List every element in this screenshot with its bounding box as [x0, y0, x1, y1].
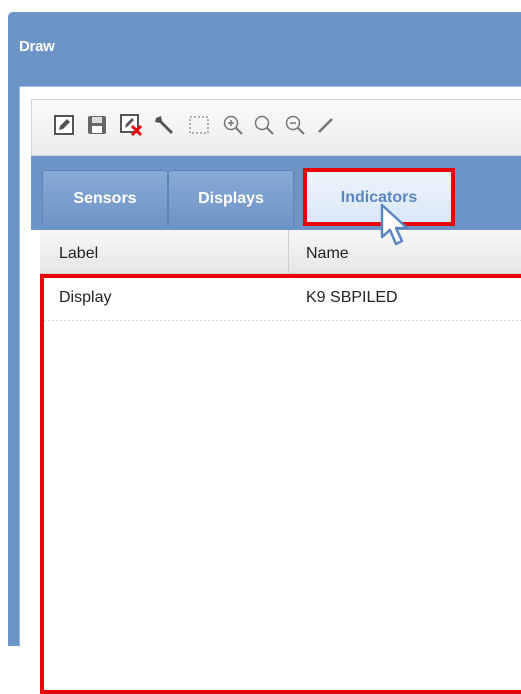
grid-highlight-annotation	[40, 274, 521, 694]
column-header-label[interactable]: Label	[59, 245, 98, 263]
draw-line-button[interactable]	[314, 113, 338, 137]
mouse-pointer-icon	[380, 203, 409, 246]
zoom-out-button[interactable]	[283, 113, 307, 137]
zoom-in-button[interactable]	[221, 113, 245, 137]
zoom-icon	[254, 115, 274, 135]
save-icon	[88, 116, 106, 134]
save-button[interactable]	[85, 113, 109, 137]
zoom-out-icon	[285, 115, 305, 135]
settings-button[interactable]	[153, 113, 177, 137]
column-divider	[288, 230, 289, 274]
delete-icon	[120, 114, 143, 137]
tab-displays[interactable]: Displays	[168, 170, 294, 226]
select-rectangle-icon	[189, 116, 209, 134]
zoom-in-icon	[223, 115, 243, 135]
wrench-icon	[155, 116, 173, 134]
delete-button[interactable]	[119, 113, 143, 137]
line-icon	[318, 118, 333, 133]
select-button[interactable]	[187, 113, 211, 137]
edit-icon	[54, 115, 74, 135]
tab-sensors[interactable]: Sensors	[42, 170, 168, 226]
zoom-button[interactable]	[252, 113, 276, 137]
grid-header	[40, 230, 521, 274]
edit-button[interactable]	[52, 113, 76, 137]
window-title: Draw	[19, 38, 55, 55]
column-header-name[interactable]: Name	[306, 245, 349, 263]
